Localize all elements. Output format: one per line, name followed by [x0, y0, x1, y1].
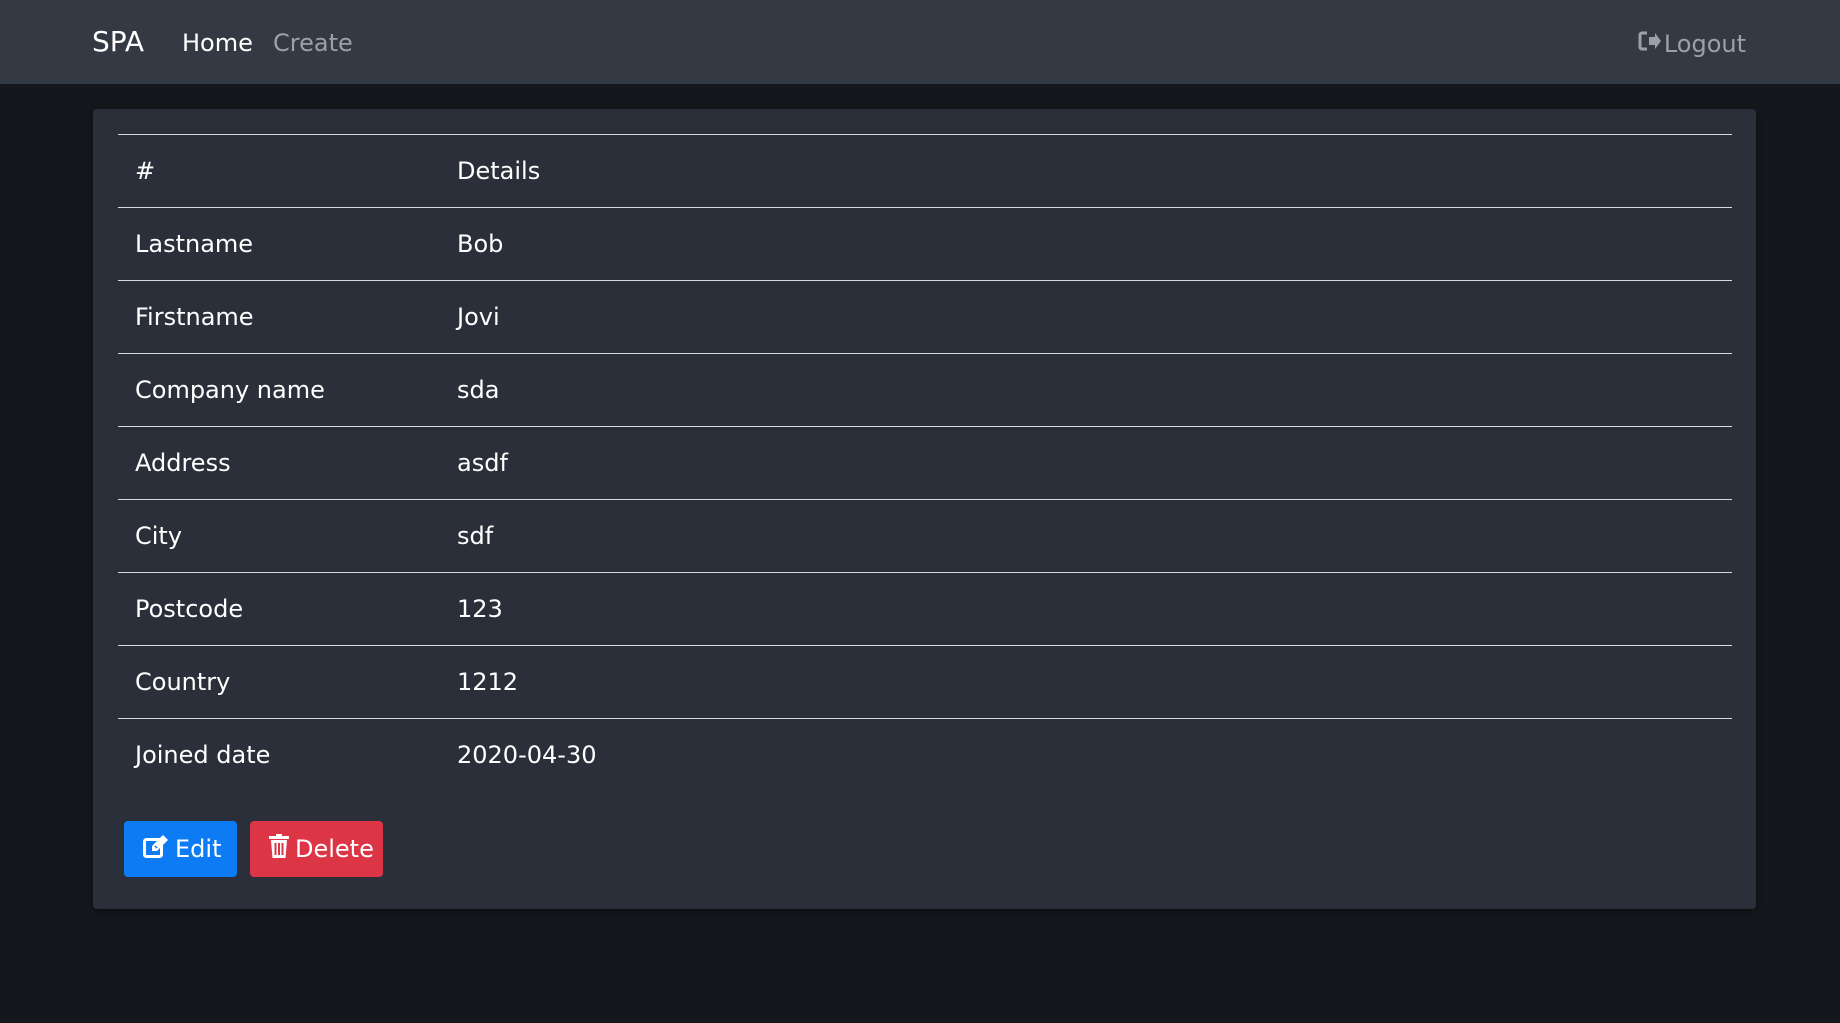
details-card: # Details Lastname Bob Firstname Jovi Co… — [93, 109, 1756, 909]
table-row: Joined date 2020-04-30 — [118, 719, 1732, 792]
row-value-address: asdf — [457, 449, 508, 477]
row-value-postcode: 123 — [457, 595, 503, 623]
edit-button[interactable]: Edit — [124, 821, 237, 877]
table-row: Postcode 123 — [118, 573, 1732, 646]
sign-out-icon — [1638, 30, 1664, 57]
edit-icon — [143, 834, 175, 864]
row-label-city: City — [135, 522, 183, 550]
table-row: Address asdf — [118, 427, 1732, 500]
table-row: Lastname Bob — [118, 208, 1732, 281]
header-details: Details — [457, 157, 541, 185]
navbar: SPA Home Create Logout — [0, 0, 1840, 84]
edit-label: Edit — [175, 835, 222, 863]
row-label-address: Address — [135, 449, 231, 477]
table-header-row: # Details — [118, 134, 1732, 208]
row-value-city: sdf — [457, 522, 494, 550]
row-value-joined-date: 2020-04-30 — [457, 741, 597, 770]
row-label-company: Company name — [135, 376, 325, 404]
nav-create-link[interactable]: Create — [273, 30, 353, 56]
row-value-firstname: Jovi — [457, 303, 500, 331]
logout-label: Logout — [1663, 29, 1746, 58]
delete-label: Delete — [295, 835, 374, 863]
delete-button[interactable]: Delete — [250, 821, 383, 877]
row-value-company: sda — [457, 376, 500, 404]
row-label-lastname: Lastname — [135, 230, 254, 258]
logout-link[interactable]: Logout — [1638, 30, 1746, 57]
details-table: # Details Lastname Bob Firstname Jovi Co… — [118, 134, 1732, 792]
row-label-firstname: Firstname — [135, 303, 254, 331]
brand-link[interactable]: SPA — [92, 27, 144, 57]
row-value-country: 1212 — [457, 668, 519, 696]
header-index: # — [135, 157, 156, 185]
row-label-joined-date: Joined date — [135, 741, 271, 770]
nav-home-link[interactable]: Home — [182, 30, 253, 56]
table-row: Firstname Jovi — [118, 281, 1732, 354]
table-row: Country 1212 — [118, 646, 1732, 719]
trash-icon — [269, 834, 295, 864]
row-label-postcode: Postcode — [135, 595, 244, 623]
table-row: City sdf — [118, 500, 1732, 573]
row-value-lastname: Bob — [457, 230, 504, 258]
row-label-country: Country — [135, 668, 231, 696]
table-row: Company name sda — [118, 354, 1732, 427]
